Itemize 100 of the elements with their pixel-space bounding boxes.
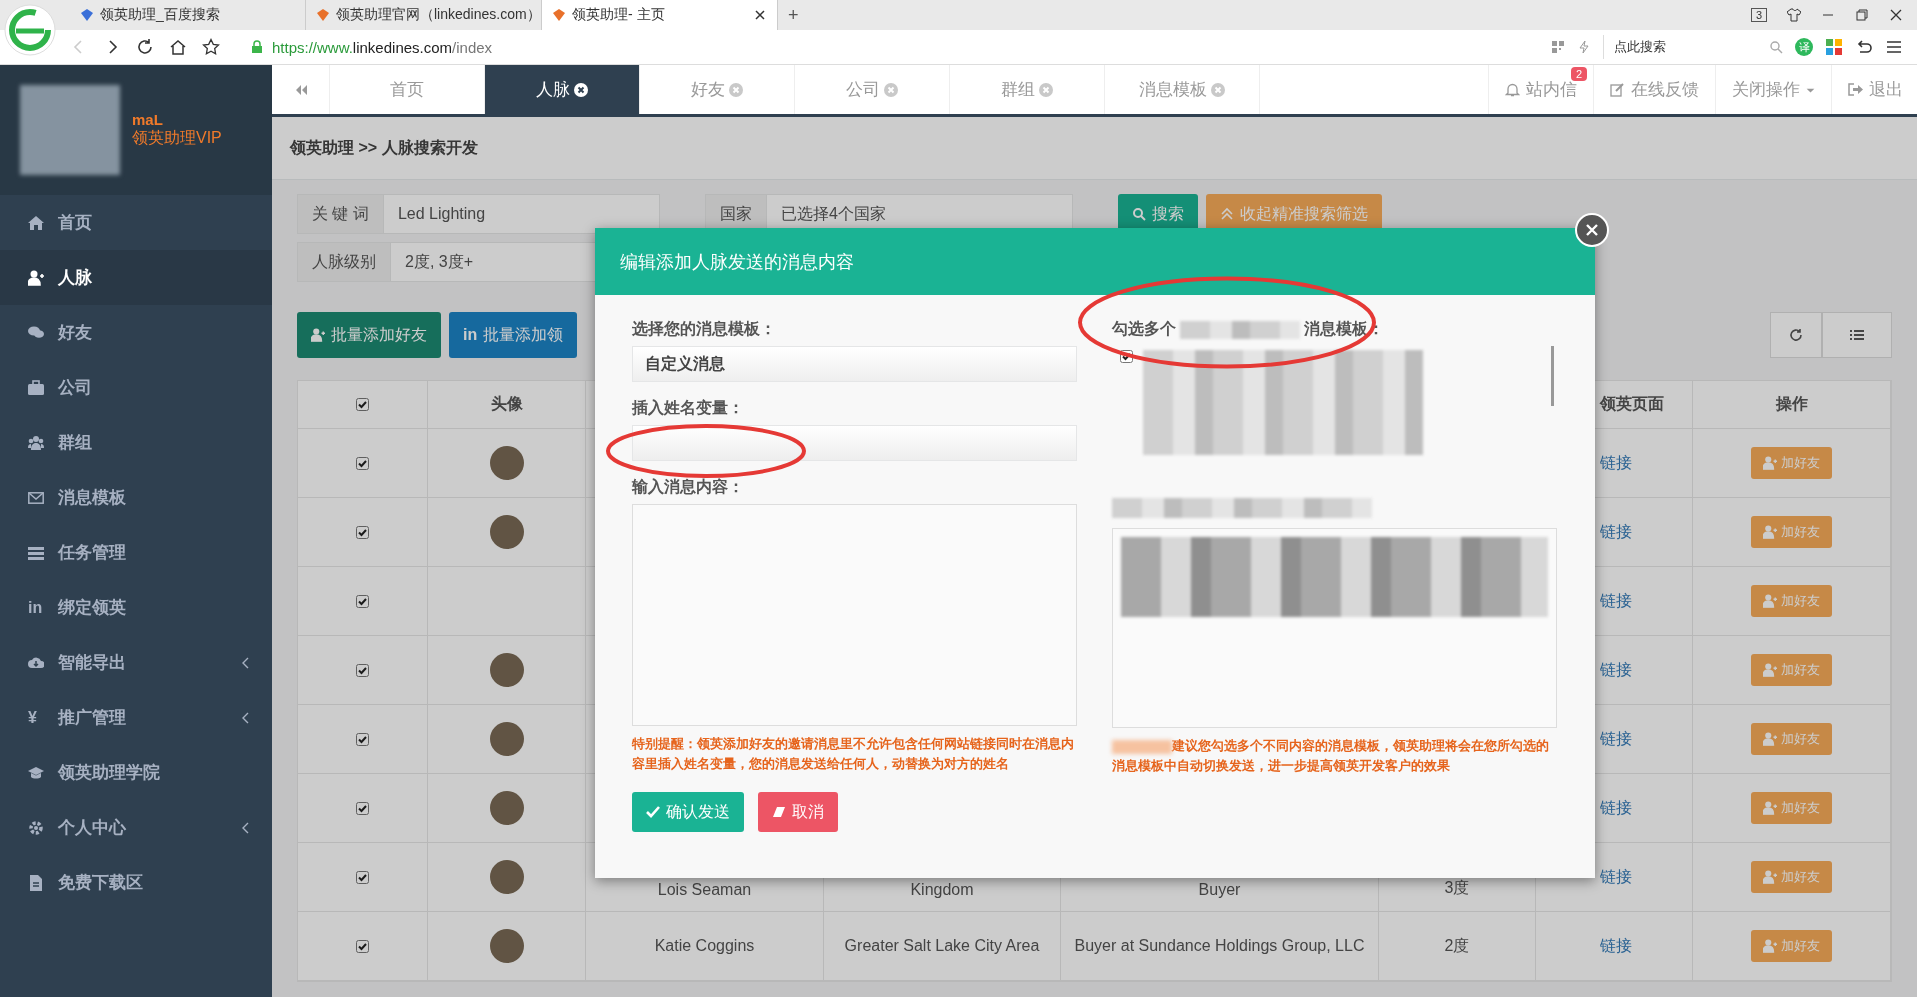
close-icon[interactable]: [574, 82, 588, 97]
keyword-field[interactable]: 关 键 词 Led Lighting: [297, 194, 660, 234]
close-icon[interactable]: [753, 8, 767, 22]
columns-dropdown[interactable]: [1822, 312, 1892, 358]
checkbox[interactable]: [356, 594, 369, 608]
table-cell: Lois Seaman: [657, 881, 752, 899]
sidebar-item[interactable]: 消息模板: [0, 470, 272, 525]
sidebar-item[interactable]: 首页: [0, 195, 272, 250]
checkbox[interactable]: [356, 456, 369, 470]
user-level: 领英助理VIP: [132, 128, 222, 148]
checkbox[interactable]: [356, 525, 369, 539]
qr-code-icon[interactable]: [1551, 40, 1565, 54]
page-tab[interactable]: 消息模板: [1105, 65, 1260, 114]
page-tab[interactable]: 人脉: [485, 65, 640, 114]
sidebar-label: 群组: [58, 432, 92, 454]
sidebar-item[interactable]: 公司: [0, 360, 272, 415]
menu-icon[interactable]: [1885, 38, 1903, 56]
favicon-icon: [316, 8, 330, 22]
toolbar-link[interactable]: 关闭操作: [1715, 65, 1831, 114]
profile-link[interactable]: 链接: [1600, 728, 1632, 750]
sidebar-label: 消息模板: [58, 487, 126, 509]
bell-icon: [1505, 82, 1520, 97]
browser-tab[interactable]: 领英助理- 主页: [542, 0, 778, 30]
reload-icon[interactable]: [136, 38, 154, 56]
toolbar-link[interactable]: 站内信 2: [1488, 65, 1593, 114]
checkbox[interactable]: [356, 663, 369, 677]
confirm-send-button[interactable]: 确认发送: [632, 792, 744, 832]
sidebar-item[interactable]: ¥ 推广管理: [0, 690, 272, 745]
favicon-icon: [80, 8, 94, 22]
field-label: 选择您的消息模板：: [632, 319, 776, 339]
sidebar-item[interactable]: 领英助理学院: [0, 745, 272, 800]
user-plus-icon: [1763, 456, 1777, 470]
users-icon: [28, 434, 44, 451]
list-icon: [28, 544, 44, 561]
shirt-icon[interactable]: [1787, 8, 1801, 22]
dialog-title: 编辑添加人脉发送的消息内容: [595, 228, 1595, 295]
sidebar-item[interactable]: in 绑定领英: [0, 580, 272, 635]
page-tab[interactable]: 好友: [640, 65, 795, 114]
undo-icon[interactable]: [1855, 38, 1873, 56]
cancel-button[interactable]: 取消: [758, 792, 838, 832]
sidebar-item[interactable]: 人脉: [0, 250, 272, 305]
window-count[interactable]: 3: [1750, 8, 1767, 22]
sidebar-label: 领英助理学院: [58, 762, 160, 784]
refresh-icon[interactable]: [1789, 328, 1803, 342]
new-tab-button[interactable]: +: [778, 4, 809, 26]
check-icon: [646, 805, 660, 819]
profile-link[interactable]: 链接: [1600, 452, 1632, 474]
checkbox[interactable]: [356, 801, 369, 815]
user-plus-icon: [1763, 594, 1777, 608]
profile-link[interactable]: 链接: [1600, 797, 1632, 819]
profile-link[interactable]: 链接: [1600, 521, 1632, 543]
name-variable-field[interactable]: [632, 425, 1077, 461]
table-cell: Buyer at Sundance Holdings Group, LLC: [1074, 937, 1365, 955]
search-icon: [1131, 207, 1146, 221]
table-cell-text: 2度: [1444, 935, 1470, 956]
home-icon[interactable]: [169, 38, 187, 56]
star-icon[interactable]: [202, 38, 220, 56]
sidebar-label: 绑定领英: [58, 597, 126, 619]
gear-icon: [28, 819, 44, 836]
profile-link[interactable]: 链接: [1600, 866, 1632, 888]
edit-icon: [1610, 82, 1625, 97]
close-icon[interactable]: [1889, 8, 1903, 22]
checkbox[interactable]: [356, 870, 369, 884]
restore-icon[interactable]: [1855, 8, 1869, 22]
checkbox[interactable]: [356, 732, 369, 746]
warning-note: 特别提醒：领英添加好友的邀请消息里不允许包含任何网站链接同时在消息内容里插入姓名变量，您的消息发送给任何人，动替换为对方的姓名: [632, 735, 1075, 773]
translate-button[interactable]: 译: [1795, 38, 1813, 56]
envelope-icon: [28, 489, 44, 506]
batch-add-button[interactable]: in 批量添加领: [449, 312, 578, 358]
search-field[interactable]: 点此搜索: [1603, 35, 1783, 59]
toolbar-link[interactable]: 退出: [1831, 65, 1917, 114]
user-plus-icon: [28, 269, 44, 286]
close-button[interactable]: [1575, 213, 1609, 247]
sidebar-item[interactable]: 群组: [0, 415, 272, 470]
url-field[interactable]: https://www.linkedines.com/index: [250, 38, 493, 56]
document-icon: [28, 874, 44, 891]
page-tab[interactable]: 群组: [950, 65, 1105, 114]
refresh-button[interactable]: [1770, 312, 1822, 358]
apps-icon[interactable]: [1825, 38, 1843, 56]
user-plus-icon: [1763, 801, 1777, 815]
sidebar-item[interactable]: 任务管理: [0, 525, 272, 580]
table-cell: Katie Coggins: [654, 937, 755, 955]
page-tab[interactable]: 公司: [795, 65, 950, 114]
checkbox[interactable]: [356, 939, 369, 953]
profile-link[interactable]: 链接: [1600, 590, 1632, 612]
profile-link[interactable]: 链接: [1600, 659, 1632, 681]
sidebar-item[interactable]: 免费下载区: [0, 855, 272, 910]
double-chevron-up-icon: [1219, 207, 1234, 221]
lightning-icon[interactable]: [1577, 40, 1591, 54]
notification-badge: 2: [1570, 67, 1587, 81]
toolbar-link[interactable]: 在线反馈: [1593, 65, 1715, 114]
table-cell: Buyer: [1198, 881, 1241, 899]
sidebar-item[interactable]: 智能导出: [0, 635, 272, 690]
template-select[interactable]: 自定义消息: [632, 346, 1077, 382]
sidebar-item[interactable]: 个人中心: [0, 800, 272, 855]
profile-link[interactable]: 链接: [1600, 935, 1632, 957]
favicon-icon: [552, 8, 566, 22]
batch-add-button[interactable]: 批量添加好友: [297, 312, 441, 358]
sidebar-item[interactable]: 好友: [0, 305, 272, 360]
checkbox[interactable]: [356, 398, 369, 411]
